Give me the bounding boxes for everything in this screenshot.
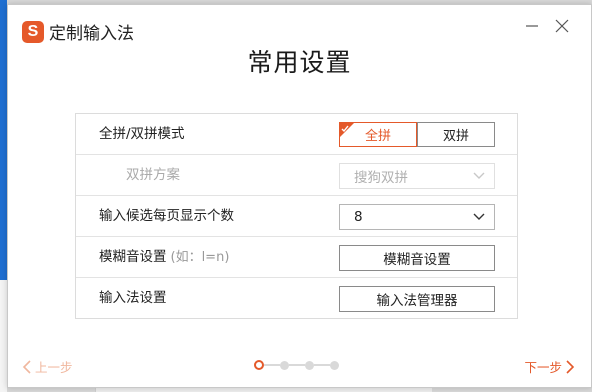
step-connector (289, 364, 305, 366)
ime-label: 输入法设置 (99, 290, 167, 306)
mode-shuangpin-option[interactable]: 双拼 (417, 123, 494, 146)
sogou-logo-icon: S (22, 20, 44, 43)
step-dot-2 (280, 360, 289, 370)
background-white-strip (0, 280, 7, 392)
background-blue-strip (0, 0, 7, 280)
shuangpin-scheme-row: 双拼方案 搜狗双拼 (76, 155, 517, 196)
step-dot-3 (305, 360, 314, 370)
prev-step-button[interactable]: 上一步 (22, 357, 73, 376)
background-window-edge (0, 0, 7, 392)
prev-step-label: 上一步 (35, 360, 73, 375)
chevron-right-icon (566, 359, 575, 374)
shuangpin-scheme-label: 双拼方案 (126, 167, 180, 183)
step-dot-4 (330, 360, 339, 370)
fuzzy-settings-button[interactable]: 模糊音设置 (339, 245, 495, 271)
close-button[interactable] (553, 17, 571, 35)
mode-quanpin-label: 全拼 (364, 129, 391, 144)
mode-label: 全拼/双拼模式 (99, 126, 185, 142)
minimize-icon (526, 25, 538, 27)
setup-dialog: S 定制输入法 常用设置 全拼/双拼模式 全拼 双拼 双拼方案 搜狗双拼 输入候… (7, 4, 592, 388)
fuzzy-row: 模糊音设置 (如：l=n) 模糊音设置 (76, 237, 517, 278)
ime-row: 输入法设置 输入法管理器 (76, 278, 517, 319)
chevron-left-icon (22, 359, 31, 374)
chevron-down-icon (473, 213, 485, 220)
app-brand: S 定制输入法 (22, 19, 134, 44)
candidates-count-value: 8 (354, 209, 363, 225)
chevron-down-icon (473, 172, 485, 179)
mode-shuangpin-label: 双拼 (442, 129, 469, 144)
shuangpin-scheme-select[interactable]: 搜狗双拼 (339, 163, 495, 189)
next-step-label: 下一步 (524, 360, 562, 375)
shuangpin-scheme-value: 搜狗双拼 (354, 170, 408, 186)
mode-quanpin-option[interactable]: 全拼 (339, 122, 417, 147)
candidates-label: 输入候选每页显示个数 (99, 208, 234, 224)
selected-corner-check-icon (340, 123, 354, 137)
app-name: 定制输入法 (49, 24, 134, 44)
next-step-button[interactable]: 下一步 (524, 357, 575, 376)
step-connector (264, 364, 280, 366)
candidates-row: 输入候选每页显示个数 8 (76, 196, 517, 237)
ime-manager-button[interactable]: 输入法管理器 (339, 286, 495, 312)
mode-segmented-control: 全拼 双拼 (339, 122, 495, 148)
fuzzy-label: 模糊音设置 (如：l=n) (99, 249, 230, 265)
fuzzy-hint: (如：l=n) (170, 250, 230, 265)
step-dot-1 (254, 360, 264, 370)
candidates-count-select[interactable]: 8 (339, 204, 495, 230)
page-title: 常用设置 (247, 48, 352, 77)
step-indicator (254, 360, 339, 370)
step-connector (314, 364, 330, 366)
mode-row: 全拼/双拼模式 全拼 双拼 (76, 114, 517, 155)
minimize-button[interactable] (523, 17, 541, 35)
close-icon (555, 19, 569, 33)
settings-panel: 全拼/双拼模式 全拼 双拼 双拼方案 搜狗双拼 输入候选每页显示个数 8 模糊音… (75, 113, 518, 319)
